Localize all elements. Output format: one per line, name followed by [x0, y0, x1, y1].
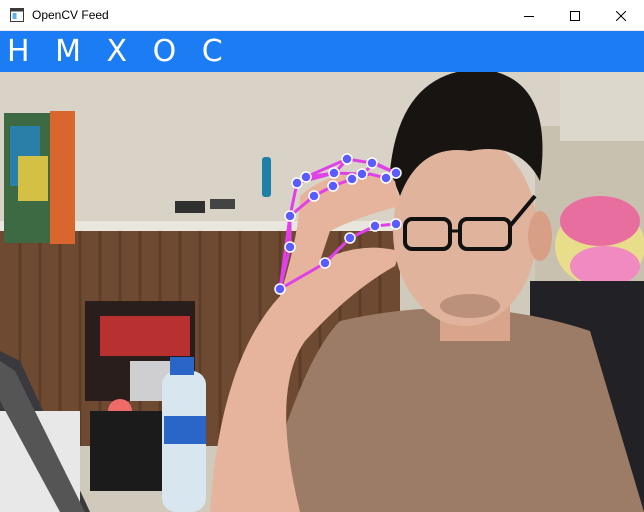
app-window-icon	[10, 8, 24, 22]
maximize-icon	[570, 10, 580, 21]
prediction-text: H M X O C	[7, 34, 231, 69]
maximize-button[interactable]	[552, 0, 598, 31]
window-title: OpenCV Feed	[32, 8, 109, 22]
webcam-feed	[0, 31, 644, 512]
video-frame: H M X O C	[0, 31, 644, 512]
prediction-banner: H M X O C	[0, 31, 644, 72]
close-icon	[616, 10, 626, 21]
minimize-icon	[524, 15, 534, 17]
window-titlebar: OpenCV Feed	[0, 0, 644, 31]
close-button[interactable]	[598, 0, 644, 31]
minimize-button[interactable]	[506, 0, 552, 31]
